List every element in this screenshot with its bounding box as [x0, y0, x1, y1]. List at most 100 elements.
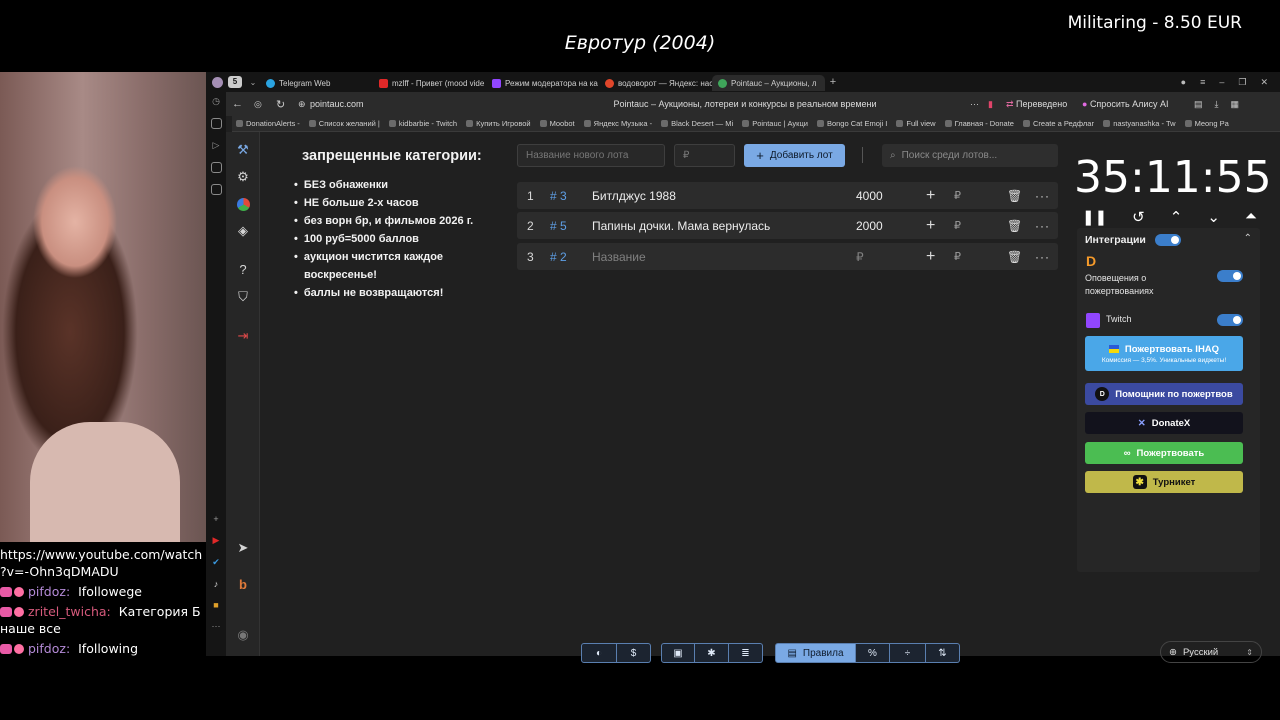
tiktok-panel-icon[interactable]: ♪	[214, 579, 219, 589]
bookmark-item[interactable]: Meong Pa	[1185, 119, 1229, 128]
clear-list-icon[interactable]: ≣	[729, 643, 763, 663]
currency-input[interactable]: ₽	[954, 189, 961, 202]
lot-name[interactable]: Битлджус 1988	[592, 189, 676, 203]
more-options-icon[interactable]: ···	[1035, 219, 1050, 233]
workspace-badge[interactable]: 5	[228, 76, 242, 88]
extensions-icon[interactable]: ▦	[1231, 99, 1240, 110]
layers-icon[interactable]: ◈	[235, 223, 251, 239]
donate-ihaq-button[interactable]: Пожертвовать IHAQ Комиссия — 3,5%. Уника…	[1085, 336, 1243, 371]
add-amount-icon[interactable]: +	[926, 248, 935, 266]
chevron-up-icon[interactable]: ⌃	[1244, 233, 1252, 244]
auction-gavel-icon[interactable]: ⚒	[235, 142, 251, 158]
ask-alice-button[interactable]: ● Спросить Алису AI	[1082, 99, 1194, 109]
panel-more-icon[interactable]: ···	[212, 621, 221, 631]
bookmark-item[interactable]: Bongo Cat Emoji I	[817, 119, 887, 128]
back-icon[interactable]: ←	[232, 98, 254, 110]
lot-amount[interactable]: 4000	[856, 189, 883, 203]
delete-icon[interactable]: 🗑	[1007, 219, 1022, 233]
account-icon[interactable]: ●	[1181, 77, 1186, 88]
tab-twitch-mod[interactable]: Режим модератора на ка	[486, 75, 599, 91]
add-panel-icon[interactable]: +	[213, 514, 218, 524]
sort-icon[interactable]: ⇅	[926, 643, 960, 663]
boosty-icon[interactable]: b	[235, 577, 251, 593]
bookmark-item[interactable]: Full view	[896, 119, 935, 128]
turnstile-button[interactable]: ✱ Турникет	[1085, 471, 1243, 493]
more-options-icon[interactable]: ···	[1035, 250, 1050, 264]
donatex-button[interactable]: ✕ DonateX	[1085, 412, 1243, 434]
url-text[interactable]: pointauc.com	[310, 99, 520, 109]
restore-icon[interactable]: ❐	[1238, 77, 1246, 88]
wheel-icon[interactable]	[235, 196, 251, 212]
reset-icon[interactable]: ↺	[1132, 208, 1145, 226]
integrations-toggle[interactable]	[1155, 234, 1181, 246]
bookmark-item[interactable]: Black Desert — Mi	[661, 119, 733, 128]
lot-name[interactable]: Папины дочки. Мама вернулась	[592, 219, 770, 233]
settings-gear-icon[interactable]: ⚙	[235, 169, 251, 185]
bug-icon[interactable]: ✱	[695, 643, 729, 663]
history-icon[interactable]: ◷	[212, 96, 220, 107]
donation-helper-button[interactable]: D Помощник по пожертвов	[1085, 383, 1243, 405]
increase-icon[interactable]: ⌃	[1170, 208, 1183, 226]
pause-icon[interactable]: ❚❚	[1082, 208, 1107, 226]
bookmark-item[interactable]: DonationAlerts -	[236, 119, 300, 128]
profile-avatar[interactable]	[206, 76, 228, 88]
add-amount-icon[interactable]: +	[926, 217, 935, 235]
twitch-toggle[interactable]	[1217, 314, 1243, 326]
donation-alerts-toggle[interactable]	[1217, 270, 1243, 282]
delete-icon[interactable]: 🗑	[1007, 189, 1022, 203]
rules-button[interactable]: ▤ Правила	[775, 643, 856, 663]
translate-button[interactable]: ⇄ Переведено	[1006, 99, 1082, 110]
github-icon[interactable]: ◐	[581, 643, 617, 663]
bookmark-item[interactable]: nastyanashka - Tw	[1103, 119, 1175, 128]
download-icon[interactable]: ⤓	[1215, 99, 1219, 110]
more-options-icon[interactable]: ···	[1035, 189, 1050, 203]
bookmark-item[interactable]: Список желаний |	[309, 119, 380, 128]
save-icon[interactable]: ▣	[661, 643, 695, 663]
tab-list-chevron-icon[interactable]: ⌄	[246, 78, 260, 87]
minimize-icon[interactable]: –	[1219, 77, 1224, 88]
donate-button[interactable]: ∞ Пожертвовать	[1085, 442, 1243, 464]
delete-icon[interactable]: 🗑	[1007, 250, 1022, 264]
bookmark-item[interactable]: Главная - Donate	[945, 119, 1014, 128]
logout-icon[interactable]: ⇥	[235, 328, 251, 344]
telegram-icon[interactable]: ➤	[235, 540, 251, 556]
currency-input[interactable]: ₽	[954, 250, 961, 263]
search-lots-input[interactable]: ⌕ Поиск среди лотов...	[882, 144, 1058, 167]
notes-icon[interactable]	[210, 184, 222, 195]
language-select[interactable]: ⊕ Русский ⇕	[1160, 641, 1262, 663]
apps-icon[interactable]	[210, 162, 222, 173]
reader-icon[interactable]: ▤	[1194, 99, 1203, 110]
close-window-icon[interactable]: ✕	[1260, 77, 1268, 88]
bookmark-item[interactable]: Pointauc | Аукци	[742, 119, 808, 128]
decrease-icon[interactable]: ⌄	[1207, 208, 1220, 226]
lot-amount[interactable]: 2000	[856, 219, 883, 233]
lot-name[interactable]: Название	[592, 250, 646, 264]
tabs-icon[interactable]	[210, 118, 222, 129]
youtube-panel-icon[interactable]: ▶	[213, 535, 220, 546]
shield-icon[interactable]: ⛉	[235, 289, 251, 305]
add-amount-icon[interactable]: +	[926, 187, 935, 205]
dollar-icon[interactable]: $	[617, 643, 651, 663]
screenshot-icon[interactable]: ◎	[254, 99, 276, 110]
percent-icon[interactable]: %	[856, 643, 890, 663]
yandex-panel-icon[interactable]: ■	[213, 600, 218, 610]
play-icon[interactable]: ▷	[213, 140, 220, 151]
tab-pointauc[interactable]: Pointauc – Аукционы, л✕	[712, 75, 825, 91]
new-lot-amount-input[interactable]: ₽	[674, 144, 735, 167]
tab-yandex[interactable]: водоворот — Яндекс: нас	[599, 75, 712, 91]
bookmark-icon[interactable]: ▮	[988, 99, 1006, 110]
bookmark-item[interactable]: Moobot	[540, 119, 575, 128]
help-icon[interactable]: ?	[235, 262, 251, 278]
bookmark-item[interactable]: Create a Редфлаг	[1023, 119, 1094, 128]
more-icon[interactable]: ···	[970, 99, 988, 109]
bookmark-item[interactable]: kidbarbie - Twitch	[389, 119, 457, 128]
menu-icon[interactable]: ≡	[1200, 77, 1205, 88]
tab-telegram[interactable]: Telegram Web	[260, 75, 373, 91]
verified-panel-icon[interactable]: ✔	[212, 557, 220, 568]
lot-amount[interactable]: ₽	[856, 250, 864, 264]
reload-icon[interactable]: ↻	[276, 98, 298, 111]
bookmark-item[interactable]: Купить Игровой	[466, 119, 531, 128]
new-lot-name-input[interactable]: Название нового лота	[517, 144, 665, 167]
add-lot-button[interactable]: + Добавить лот	[744, 144, 845, 167]
new-tab-button[interactable]: +	[825, 76, 841, 88]
